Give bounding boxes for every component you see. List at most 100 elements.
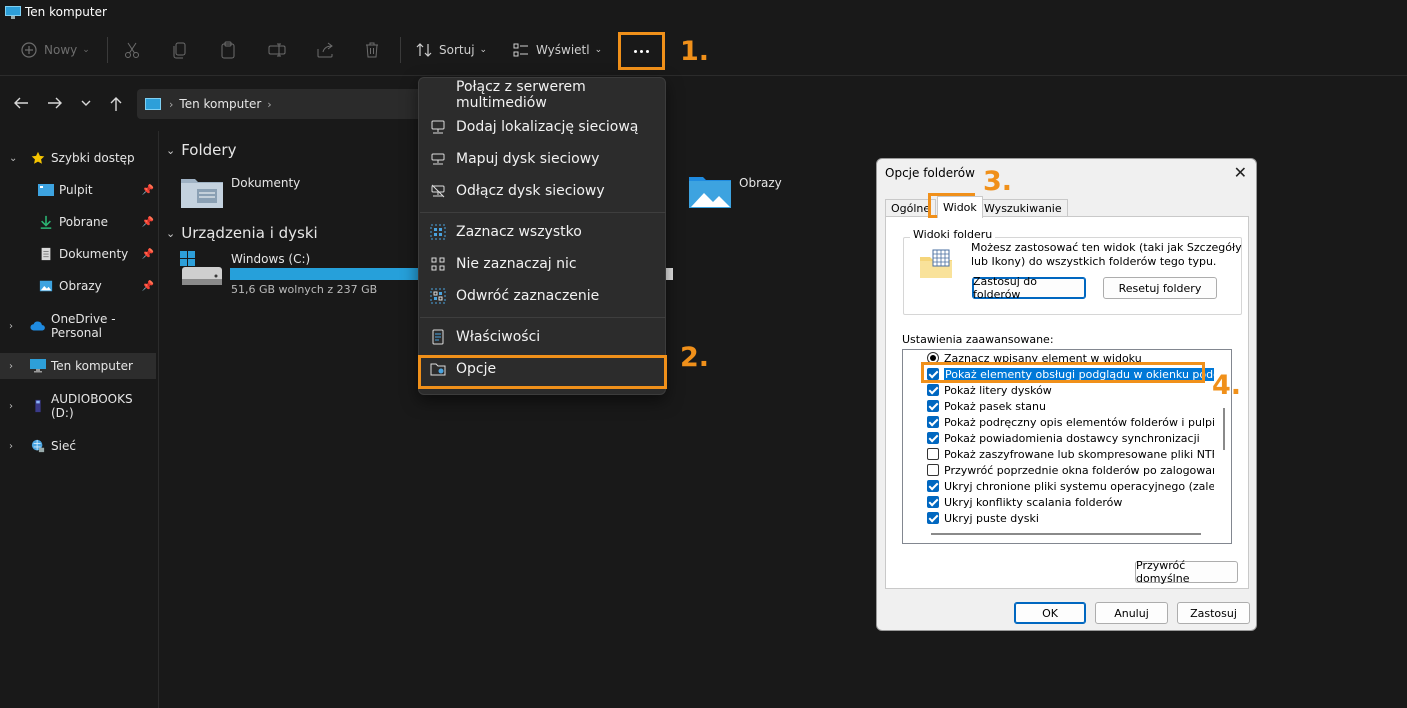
toolbar-divider: [400, 37, 401, 63]
arrow-right-icon: [48, 97, 62, 109]
apply-button[interactable]: Zastosuj: [1177, 602, 1250, 624]
tab-view[interactable]: Widok: [937, 196, 983, 218]
menu-item-map-network-drive[interactable]: Mapuj dysk sieciowy: [419, 144, 665, 174]
sidebar: ⌄ Szybki dostęp Pulpit 📌 Pobrane 📌 Dokum…: [0, 131, 159, 708]
sidebar-item-label: Obrazy: [59, 279, 102, 293]
menu-item-disconnect-network-drive[interactable]: Odłącz dysk sieciowy: [419, 176, 665, 206]
close-button[interactable]: ✕: [1234, 163, 1247, 182]
sidebar-item-network[interactable]: › Sieć: [0, 433, 156, 459]
advanced-option[interactable]: Przywróć poprzednie okna folderów po zal…: [927, 462, 1229, 478]
forward-button[interactable]: [47, 96, 63, 114]
network-icon: [31, 439, 45, 453]
menu-item-properties[interactable]: Właściwości: [419, 322, 665, 352]
menu-item-invert-selection[interactable]: Odwróć zaznaczenie: [419, 281, 665, 311]
apply-to-folders-button[interactable]: Zastosuj do folderów: [972, 275, 1086, 301]
sidebar-item-label: Sieć: [51, 439, 76, 453]
advanced-option[interactable]: Pokaż litery dysków: [927, 382, 1052, 398]
sidebar-item-label: AUDIOBOOKS (D:): [51, 392, 133, 420]
advanced-option-label: Przywróć poprzednie okna folderów po zal…: [944, 463, 1230, 477]
restore-defaults-button[interactable]: Przywróć domyślne: [1135, 559, 1238, 585]
sidebar-item-label: Szybki dostęp: [51, 151, 135, 165]
checkbox[interactable]: [927, 496, 939, 508]
menu-item-select-none[interactable]: Nie zaznaczaj nic: [419, 249, 665, 279]
advanced-option[interactable]: Pokaż pasek stanu: [927, 398, 1046, 414]
chevron-down-icon: [81, 100, 91, 106]
step-marker-3: 3.: [983, 166, 1013, 197]
folders-group-header[interactable]: ⌄ Foldery: [166, 141, 236, 159]
horizontal-scrollbar[interactable]: [903, 525, 1231, 543]
trash-icon: [366, 42, 378, 58]
breadcrumb-this-pc[interactable]: Ten komputer: [179, 97, 261, 111]
menu-item-add-network-location[interactable]: Dodaj lokalizację sieciową: [419, 112, 665, 142]
chevron-right-icon: ›: [267, 97, 272, 111]
share-button[interactable]: [316, 38, 334, 62]
sort-button[interactable]: Sortuj ⌄: [415, 38, 487, 62]
chevron-right-icon: ›: [9, 400, 13, 412]
tab-search[interactable]: Wyszukiwanie: [978, 199, 1068, 217]
cut-button[interactable]: [124, 38, 140, 62]
advanced-option[interactable]: Ukryj chronione pliki systemu operacyjne…: [927, 478, 1231, 494]
menu-item-connect-media-server[interactable]: Połącz z serwerem multimediów: [419, 79, 665, 111]
copy-button[interactable]: [172, 38, 188, 62]
checkbox[interactable]: [927, 432, 939, 444]
more-options-button[interactable]: [618, 32, 665, 70]
view-button-label: Wyświetl: [536, 43, 590, 57]
sidebar-item-this-pc[interactable]: › Ten komputer: [0, 353, 156, 379]
up-button[interactable]: [109, 96, 123, 116]
advanced-option[interactable]: Pokaż zaszyfrowane lub skompresowane pli…: [927, 446, 1231, 462]
ok-button[interactable]: OK: [1014, 602, 1086, 624]
folder-item-pictures[interactable]: Obrazy: [688, 173, 868, 213]
sidebar-item-quick-access[interactable]: ⌄ Szybki dostęp: [0, 145, 156, 171]
select-none-icon: [431, 257, 445, 271]
advanced-option[interactable]: Ukryj puste dyski: [927, 510, 1039, 526]
sidebar-item-documents[interactable]: Dokumenty 📌: [0, 241, 156, 267]
checkbox[interactable]: [927, 400, 939, 412]
chevron-right-icon: ›: [9, 320, 13, 332]
sidebar-item-audiobooks[interactable]: › AUDIOBOOKS (D:): [0, 392, 156, 420]
menu-item-label: Połącz z serwerem multimediów: [456, 79, 586, 111]
checkbox[interactable]: [927, 480, 939, 492]
windows-drive-icon: [180, 251, 222, 285]
document-icon: [41, 247, 51, 261]
copy-icon: [173, 42, 186, 59]
chevron-down-icon: ⌄: [166, 143, 176, 157]
view-button[interactable]: Wyświetl ⌄: [512, 38, 602, 62]
sidebar-item-pictures[interactable]: Obrazy 📌: [0, 273, 156, 299]
advanced-option[interactable]: Pokaż podręczny opis elementów folderów …: [927, 414, 1226, 430]
address-bar[interactable]: › Ten komputer ›: [137, 89, 427, 119]
sidebar-item-label: OneDrive - Personal: [51, 312, 116, 340]
advanced-option-label: Pokaż pasek stanu: [944, 399, 1046, 413]
drives-group-header[interactable]: ⌄ Urządzenia i dyski: [166, 224, 318, 242]
computer-icon: [145, 98, 161, 110]
cancel-button[interactable]: Anuluj: [1095, 602, 1168, 624]
folder-item-documents[interactable]: Dokumenty: [180, 173, 360, 213]
advanced-option-label: Pokaż powiadomienia dostawcy synchroniza…: [944, 431, 1200, 445]
sidebar-item-desktop[interactable]: Pulpit 📌: [0, 177, 156, 203]
rename-button[interactable]: [268, 38, 286, 62]
delete-button[interactable]: [364, 38, 380, 62]
menu-item-select-all[interactable]: Zaznacz wszystko: [419, 217, 665, 247]
plus-circle-icon: [21, 42, 37, 58]
recent-locations-button[interactable]: [80, 96, 92, 114]
reset-folders-button[interactable]: Resetuj foldery: [1103, 277, 1217, 299]
scrollbar-thumb[interactable]: [1223, 408, 1225, 450]
advanced-option[interactable]: Pokaż powiadomienia dostawcy synchroniza…: [927, 430, 1200, 446]
new-button[interactable]: Nowy ⌄: [20, 38, 90, 62]
view-tab-panel: Widoki folderu Możesz zastosować ten wid…: [885, 216, 1249, 589]
checkbox[interactable]: [927, 512, 939, 524]
advanced-option[interactable]: Ukryj konflikty scalania folderów: [927, 494, 1122, 510]
view-list-icon: [513, 43, 528, 57]
checkbox[interactable]: [927, 448, 939, 460]
scrollbar-thumb[interactable]: [931, 533, 1201, 535]
sidebar-item-downloads[interactable]: Pobrane 📌: [0, 209, 156, 235]
menu-item-label: Właściwości: [456, 329, 541, 345]
back-button[interactable]: [13, 96, 29, 114]
sort-button-label: Sortuj: [439, 43, 475, 57]
checkbox[interactable]: [927, 464, 939, 476]
map-drive-icon: [431, 153, 445, 165]
sidebar-item-onedrive[interactable]: › OneDrive - Personal: [0, 312, 156, 340]
paste-button[interactable]: [220, 38, 236, 62]
checkbox[interactable]: [927, 384, 939, 396]
checkbox[interactable]: [927, 416, 939, 428]
chevron-down-icon: ⌄: [166, 226, 176, 240]
